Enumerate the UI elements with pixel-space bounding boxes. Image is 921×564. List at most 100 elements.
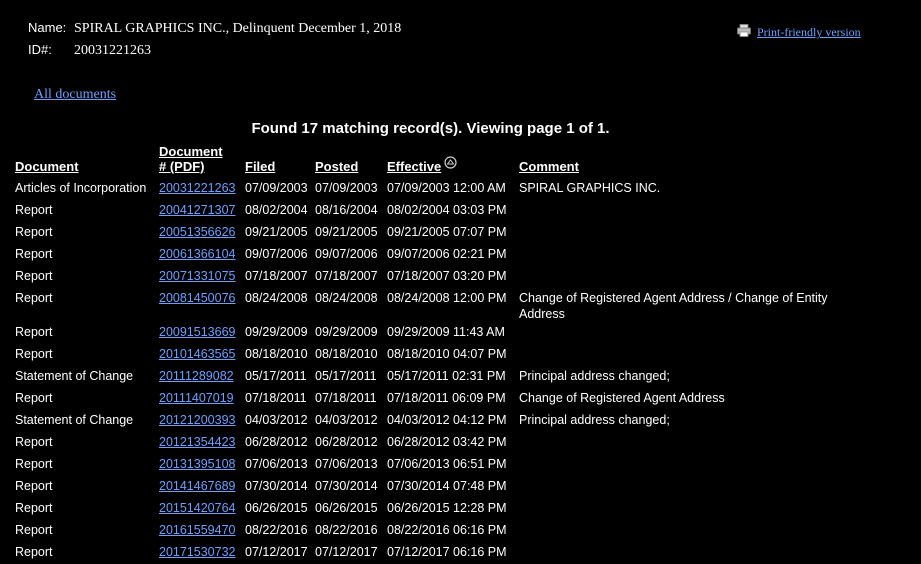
document-number-link[interactable]: 20131395108 bbox=[159, 457, 235, 471]
table-row: Report 20111407019 07/18/2011 07/18/2011 07/… bbox=[12, 388, 852, 410]
table-row: Report 20151420764 06/26/2015 06/26/2015 06/… bbox=[12, 498, 852, 520]
document-number-cell[interactable]: 20161559470 bbox=[156, 520, 242, 542]
sort-icon[interactable] bbox=[444, 156, 457, 169]
effective-date-cell: 07/06/2013 06:51 PM bbox=[387, 457, 507, 471]
document-number-cell[interactable]: 20101463565 bbox=[156, 344, 242, 366]
posted-date-cell: 07/18/2011 bbox=[315, 391, 377, 405]
printer-icon[interactable] bbox=[737, 24, 751, 37]
table-row: Report 20071331075 07/18/2007 07/18/2007 07/… bbox=[12, 266, 852, 288]
table-row: Report 20131395108 07/06/2013 07/06/2013 07/… bbox=[12, 454, 852, 476]
document-number-cell[interactable]: 20091513669 bbox=[156, 322, 242, 344]
posted-date-cell: 09/07/2006 bbox=[315, 247, 378, 261]
document-number-cell[interactable]: 20051356626 bbox=[156, 222, 242, 244]
entity-id: 20031221263 bbox=[74, 43, 151, 58]
filed-date-cell: 08/22/2016 bbox=[245, 523, 308, 537]
document-type-cell: Report bbox=[15, 347, 53, 361]
filed-date-cell: 09/07/2006 bbox=[245, 247, 308, 261]
document-number-cell[interactable]: 20111407019 bbox=[156, 388, 242, 410]
document-number-cell[interactable]: 20121354423 bbox=[156, 432, 242, 454]
document-number-link[interactable]: 20161559470 bbox=[159, 523, 235, 537]
document-number-cell[interactable]: 20031221263 bbox=[156, 178, 242, 200]
print-friendly-link[interactable]: Print-friendly version bbox=[757, 25, 861, 39]
documents-table: Document Document # (PDF) Filed Posted Ef… bbox=[12, 142, 852, 564]
posted-date-cell: 07/12/2017 bbox=[315, 545, 378, 559]
document-number-cell[interactable]: 20041271307 bbox=[156, 200, 242, 222]
document-number-link[interactable]: 20171530732 bbox=[159, 545, 235, 559]
filed-date-cell: 08/02/2004 bbox=[245, 203, 308, 217]
document-type-cell: Report bbox=[15, 325, 53, 339]
filed-date-cell: 06/26/2015 bbox=[245, 501, 308, 515]
effective-date-cell: 08/02/2004 03:03 PM bbox=[387, 203, 507, 217]
document-number-link[interactable]: 20121200393 bbox=[159, 413, 235, 427]
document-number-link[interactable]: 20151420764 bbox=[159, 501, 235, 515]
comment-cell bbox=[516, 322, 852, 344]
document-number-link[interactable]: 20031221263 bbox=[159, 181, 235, 195]
filed-date-cell: 07/30/2014 bbox=[245, 479, 308, 493]
document-number-cell[interactable]: 20071331075 bbox=[156, 266, 242, 288]
posted-date-cell: 05/17/2011 bbox=[315, 369, 377, 383]
document-number-cell[interactable]: 20151420764 bbox=[156, 498, 242, 520]
effective-date-cell: 07/18/2011 06:09 PM bbox=[387, 391, 506, 405]
table-row: Report 20091513669 09/29/2009 09/29/2009 09/… bbox=[12, 322, 852, 344]
col-effective[interactable]: Effective bbox=[384, 142, 516, 178]
posted-date-cell: 06/28/2012 bbox=[315, 435, 378, 449]
document-number-link[interactable]: 20071331075 bbox=[159, 269, 235, 283]
comment-cell bbox=[516, 432, 852, 454]
effective-date-cell: 04/03/2012 04:12 PM bbox=[387, 413, 507, 427]
posted-date-cell: 08/16/2004 bbox=[315, 203, 378, 217]
comment-cell bbox=[516, 498, 852, 520]
col-document-number[interactable]: Document # (PDF) bbox=[156, 142, 242, 178]
document-type-cell: Report bbox=[15, 269, 53, 283]
filed-date-cell: 07/09/2003 bbox=[245, 181, 308, 195]
document-number-cell[interactable]: 20141467689 bbox=[156, 476, 242, 498]
document-number-cell[interactable]: 20081450076 bbox=[156, 288, 242, 322]
document-number-link[interactable]: 20081450076 bbox=[159, 291, 235, 305]
document-type-cell: Report bbox=[15, 247, 53, 261]
document-number-link[interactable]: 20101463565 bbox=[159, 347, 235, 361]
effective-date-cell: 09/29/2009 11:43 AM bbox=[387, 325, 505, 339]
document-number-cell[interactable]: 20171530732 bbox=[156, 542, 242, 564]
filed-date-cell: 09/29/2009 bbox=[245, 325, 308, 339]
col-posted[interactable]: Posted bbox=[312, 142, 384, 178]
col-comment[interactable]: Comment bbox=[516, 142, 852, 178]
document-type-cell: Report bbox=[15, 545, 53, 559]
entity-name: SPIRAL GRAPHICS INC., Delinquent Decembe… bbox=[74, 21, 402, 36]
document-number-link[interactable]: 20051356626 bbox=[159, 225, 235, 239]
document-number-link[interactable]: 20141467689 bbox=[159, 479, 235, 493]
posted-date-cell: 09/21/2005 bbox=[315, 225, 378, 239]
posted-date-cell: 06/26/2015 bbox=[315, 501, 378, 515]
effective-date-cell: 06/26/2015 12:28 PM bbox=[387, 501, 507, 515]
document-number-link[interactable]: 20121354423 bbox=[159, 435, 235, 449]
col-filed[interactable]: Filed bbox=[242, 142, 312, 178]
effective-date-cell: 09/07/2006 02:21 PM bbox=[387, 247, 507, 261]
comment-cell: Change of Registered Agent Address / Cha… bbox=[519, 291, 828, 321]
all-documents-link[interactable]: All documents bbox=[34, 87, 116, 102]
effective-date-cell: 07/09/2003 12:00 AM bbox=[387, 181, 506, 195]
comment-cell: Principal address changed; bbox=[519, 369, 670, 383]
document-number-link[interactable]: 20041271307 bbox=[159, 203, 235, 217]
col-document[interactable]: Document bbox=[12, 142, 156, 178]
document-number-link[interactable]: 20111407019 bbox=[159, 391, 234, 405]
document-number-link[interactable]: 20091513669 bbox=[159, 325, 235, 339]
document-number-cell[interactable]: 20111289082 bbox=[156, 366, 242, 388]
table-row: Report 20051356626 09/21/2005 09/21/2005 09/… bbox=[12, 222, 852, 244]
effective-date-cell: 08/22/2016 06:16 PM bbox=[387, 523, 507, 537]
document-number-cell[interactable]: 20061366104 bbox=[156, 244, 242, 266]
document-type-cell: Articles of Incorporation bbox=[15, 181, 147, 195]
document-type-cell: Report bbox=[15, 457, 53, 471]
posted-date-cell: 08/22/2016 bbox=[315, 523, 378, 537]
posted-date-cell: 07/30/2014 bbox=[315, 479, 378, 493]
table-body: Articles of Incorporation 20031221263 07/0… bbox=[12, 178, 852, 564]
comment-cell bbox=[516, 266, 852, 288]
posted-date-cell: 09/29/2009 bbox=[315, 325, 378, 339]
document-number-link[interactable]: 20111289082 bbox=[159, 369, 234, 383]
comment-cell bbox=[516, 520, 852, 542]
document-number-link[interactable]: 20061366104 bbox=[159, 247, 235, 261]
document-number-cell[interactable]: 20131395108 bbox=[156, 454, 242, 476]
table-row: Report 20121354423 06/28/2012 06/28/2012 06/… bbox=[12, 432, 852, 454]
document-number-cell[interactable]: 20121200393 bbox=[156, 410, 242, 432]
table-row: Report 20061366104 09/07/2006 09/07/2006 09/… bbox=[12, 244, 852, 266]
table-row: Report 20101463565 08/18/2010 08/18/2010 08/… bbox=[12, 344, 852, 366]
results-summary: Found 17 matching record(s). Viewing pag… bbox=[251, 120, 610, 137]
comment-cell bbox=[516, 454, 852, 476]
